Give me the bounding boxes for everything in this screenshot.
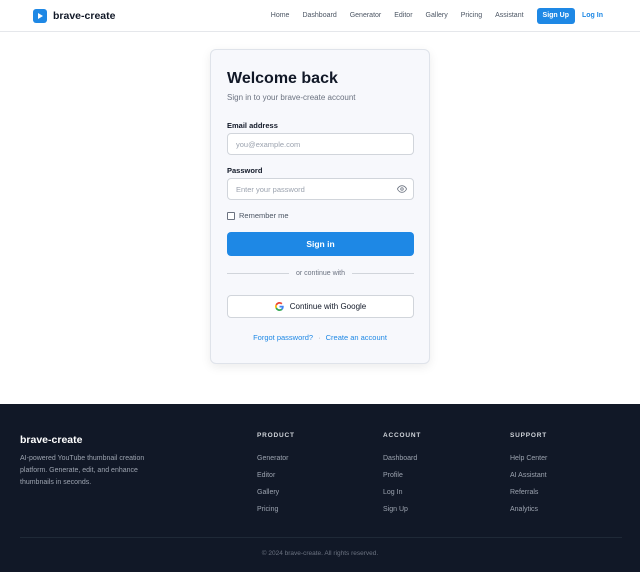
password-input[interactable] bbox=[227, 178, 414, 200]
footer-link[interactable]: Help Center bbox=[510, 450, 547, 467]
footer-divider bbox=[20, 537, 622, 538]
footer-heading: ACCOUNT bbox=[383, 432, 422, 439]
nav-home[interactable]: Home bbox=[271, 8, 290, 24]
eye-icon[interactable] bbox=[397, 184, 407, 194]
signin-button[interactable]: Sign in bbox=[227, 232, 414, 256]
or-divider: or continue with bbox=[227, 270, 414, 277]
email-label: Email address bbox=[227, 121, 278, 130]
nav-assistant[interactable]: Assistant bbox=[495, 8, 523, 24]
footer-brand: brave-create bbox=[20, 434, 83, 446]
divider-text: or continue with bbox=[295, 270, 346, 277]
footer-link[interactable]: Sign Up bbox=[383, 501, 421, 518]
login-link[interactable]: Log In bbox=[582, 8, 603, 24]
remember-me[interactable]: Remember me bbox=[227, 211, 289, 220]
signup-button[interactable]: Sign Up bbox=[536, 8, 575, 24]
footer-link[interactable]: Dashboard bbox=[383, 450, 421, 467]
site-footer: brave-create AI-powered YouTube thumbnai… bbox=[0, 404, 640, 572]
page-title: Welcome back bbox=[227, 70, 338, 87]
page-subtitle: Sign in to your brave-create account bbox=[227, 93, 356, 102]
footer-link[interactable]: AI Assistant bbox=[510, 467, 547, 484]
footer-link[interactable]: Profile bbox=[383, 467, 421, 484]
brand-logo-link[interactable]: brave-create bbox=[33, 9, 115, 23]
forgot-password-link[interactable]: Forgot password? bbox=[253, 333, 313, 342]
footer-link[interactable]: Referrals bbox=[510, 484, 547, 501]
divider-line-right bbox=[352, 273, 414, 274]
remember-checkbox[interactable] bbox=[227, 211, 235, 220]
main-nav: Home Dashboard Generator Editor Gallery … bbox=[271, 8, 603, 24]
card-links: Forgot password? · Create an account bbox=[211, 333, 429, 342]
brand-name: brave-create bbox=[53, 10, 116, 22]
footer-link[interactable]: Analytics bbox=[510, 501, 547, 518]
link-separator: · bbox=[318, 333, 321, 342]
google-icon bbox=[274, 298, 284, 316]
footer-link[interactable]: Pricing bbox=[257, 501, 295, 518]
login-card: Welcome back Sign in to your brave-creat… bbox=[210, 49, 430, 364]
google-signin-button[interactable]: Continue with Google bbox=[227, 295, 414, 318]
nav-generator[interactable]: Generator bbox=[350, 8, 382, 24]
nav-pricing[interactable]: Pricing bbox=[461, 8, 482, 24]
nav-dashboard[interactable]: Dashboard bbox=[302, 8, 336, 24]
nav-editor[interactable]: Editor bbox=[394, 8, 412, 24]
top-header: brave-create Home Dashboard Generator Ed… bbox=[0, 0, 640, 32]
footer-heading: SUPPORT bbox=[510, 432, 548, 439]
footer-link[interactable]: Log In bbox=[383, 484, 421, 501]
footer-link[interactable]: Gallery bbox=[257, 484, 295, 501]
divider-line-left bbox=[227, 273, 289, 274]
create-account-link[interactable]: Create an account bbox=[326, 333, 387, 342]
password-label: Password bbox=[227, 166, 263, 175]
footer-col-account: ACCOUNT Dashboard Profile Log In Sign Up bbox=[383, 432, 421, 518]
google-button-label: Continue with Google bbox=[289, 302, 367, 311]
nav-gallery[interactable]: Gallery bbox=[426, 8, 448, 24]
remember-label: Remember me bbox=[239, 211, 289, 220]
footer-link[interactable]: Generator bbox=[257, 450, 295, 467]
footer-col-product: PRODUCT Generator Editor Gallery Pricing bbox=[257, 432, 295, 518]
footer-copyright: © 2024 brave-create. All rights reserved… bbox=[261, 550, 379, 557]
play-icon bbox=[33, 9, 47, 23]
footer-heading: PRODUCT bbox=[257, 432, 295, 439]
footer-description: AI-powered YouTube thumbnail creation pl… bbox=[20, 455, 145, 486]
footer-link[interactable]: Editor bbox=[257, 467, 295, 484]
footer-col-support: SUPPORT Help Center AI Assistant Referra… bbox=[510, 432, 547, 518]
email-input[interactable] bbox=[227, 133, 414, 155]
